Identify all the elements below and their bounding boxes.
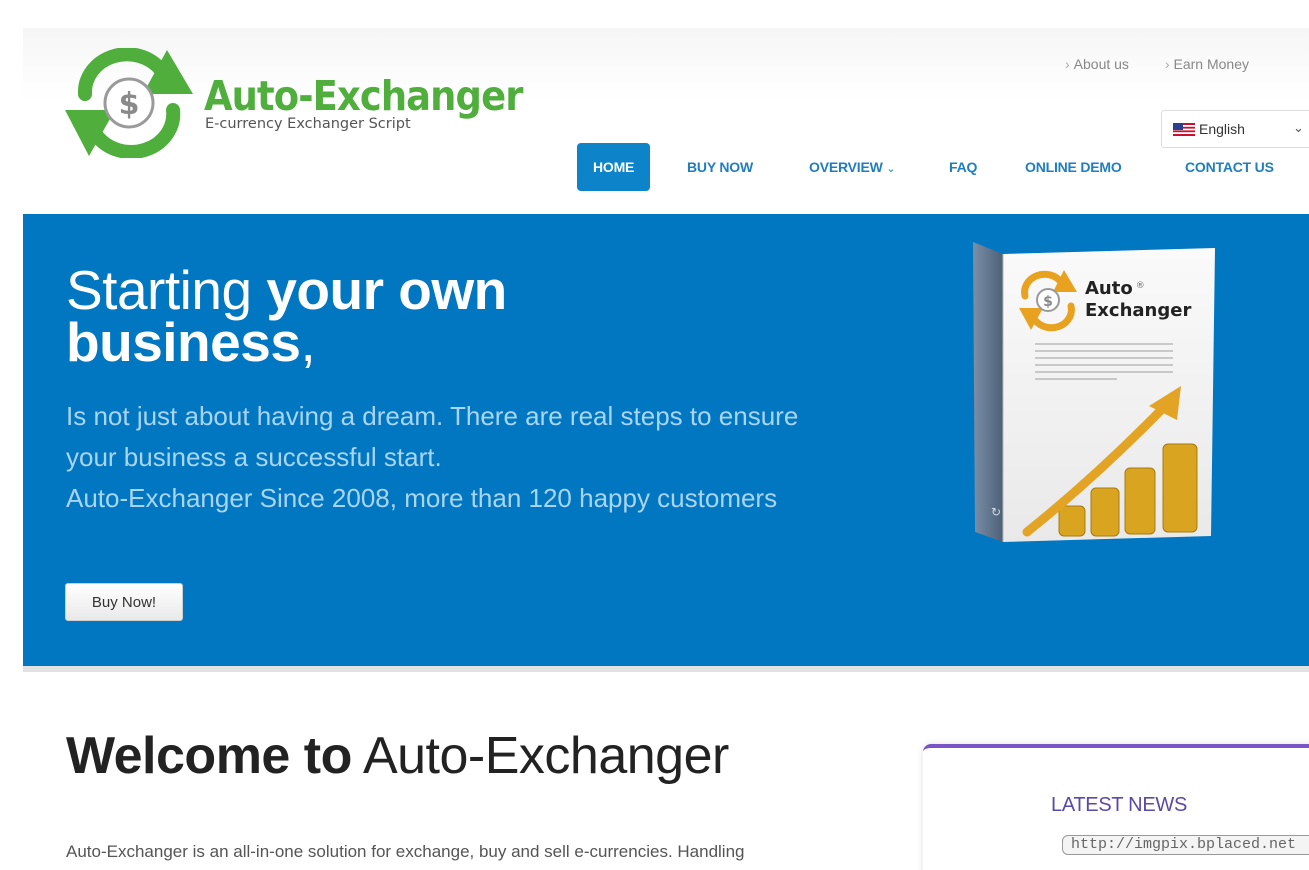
nav-faq[interactable]: FAQ: [949, 143, 977, 191]
svg-text:$: $: [1043, 294, 1053, 310]
nav-buy-now[interactable]: BUY NOW: [687, 143, 753, 191]
box-label-line-1: Auto: [1085, 278, 1133, 299]
nav-contact-us[interactable]: CONTACT US: [1185, 143, 1274, 191]
about-us-link[interactable]: › About us: [1065, 56, 1129, 72]
chevron-down-icon: ⌄: [1293, 120, 1304, 135]
logo-title: Auto-Exchanger: [204, 72, 523, 120]
logo-subtitle: E-currency Exchanger Script: [205, 116, 411, 132]
hero-title: Starting your own business,: [66, 263, 507, 370]
nav-overview-label: OVERVIEW: [809, 159, 883, 175]
nav-overview[interactable]: OVERVIEW ⌄: [809, 143, 896, 191]
intro-text: Auto-Exchanger is an all-in-one solution…: [66, 842, 745, 861]
chevron-down-icon: ⌄: [886, 163, 896, 175]
news-link-box[interactable]: http://imgpix.bplaced.net: [1062, 835, 1309, 855]
hero-title-comma: ,: [300, 311, 316, 373]
nav-home[interactable]: HOME: [577, 143, 651, 191]
box-side-icon: ↻: [991, 505, 1001, 519]
hero-description: Is not just about having a dream. There …: [66, 396, 826, 519]
exchange-dollar-logo-icon: $: [65, 48, 193, 158]
chevron-right-icon: ›: [1164, 56, 1170, 72]
latest-news-panel: LATEST NEWS http://imgpix.bplaced.net: [923, 744, 1309, 870]
about-us-label: About us: [1073, 56, 1129, 72]
svg-text:$: $: [119, 87, 140, 122]
chevron-right-icon: ›: [1065, 56, 1070, 72]
top-links: › About us › Earn Money: [1065, 56, 1281, 72]
us-flag-icon: [1173, 123, 1195, 136]
registered-mark: ®: [1136, 281, 1145, 291]
buy-now-button[interactable]: Buy Now!: [65, 583, 183, 621]
product-box-image: $ Auto ® Exchanger ↻: [973, 242, 1215, 542]
hero-banner: Starting your own business, Is not just a…: [23, 214, 1309, 672]
language-selected: English: [1199, 121, 1245, 137]
box-label-line-2: Exchanger: [1085, 300, 1191, 321]
welcome-rest: Auto-Exchanger: [351, 727, 729, 785]
page: $ Auto-Exchanger E-currency Exchanger Sc…: [23, 28, 1309, 870]
site-header: $ Auto-Exchanger E-currency Exchanger Sc…: [23, 28, 1309, 214]
earn-money-link[interactable]: › Earn Money: [1165, 56, 1249, 72]
hero-line-1: Is not just about having a dream. There …: [66, 401, 799, 472]
welcome-heading: Welcome to Auto-Exchanger: [66, 726, 729, 786]
welcome-bold: Welcome to: [66, 727, 352, 785]
hero-title-bold-2: business: [66, 311, 301, 373]
hero-line-2: Auto-Exchanger Since 2008, more than 120…: [66, 483, 778, 513]
nav-online-demo[interactable]: ONLINE DEMO: [1025, 143, 1122, 191]
earn-money-label: Earn Money: [1173, 56, 1249, 72]
latest-news-title: LATEST NEWS: [1051, 794, 1187, 816]
main-nav: HOME BUY NOW OVERVIEW ⌄ FAQ ONLINE DEMO …: [23, 143, 1309, 193]
